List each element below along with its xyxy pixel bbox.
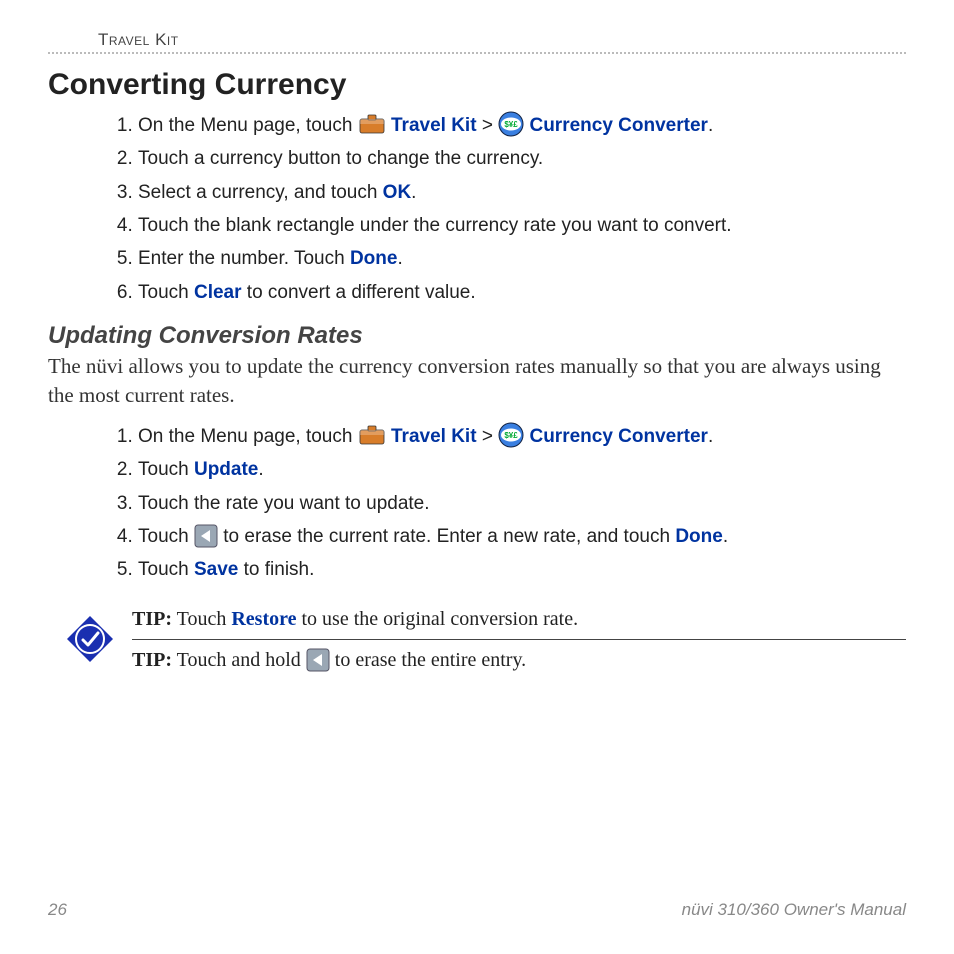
text: .	[708, 115, 713, 136]
tip-line: TIP: Touch and hold to erase the entire …	[132, 639, 906, 680]
step: On the Menu page, touch Travel Kit > $¥£…	[138, 421, 906, 452]
briefcase-icon	[358, 113, 386, 135]
tip-icon-holder	[48, 600, 132, 664]
body-paragraph: The nüvi allows you to update the curren…	[48, 352, 906, 411]
text: Touch a currency button to change the cu…	[138, 148, 543, 169]
tip-line: TIP: Touch Restore to use the original c…	[132, 600, 906, 639]
save-label: Save	[194, 559, 238, 580]
done-label: Done	[675, 526, 723, 547]
update-label: Update	[194, 459, 258, 480]
currency-icon: $¥£	[498, 422, 524, 448]
text: Touch	[172, 608, 231, 630]
steps-list-1: On the Menu page, touch Travel Kit > $¥£…	[48, 110, 906, 308]
briefcase-icon	[358, 424, 386, 446]
checkmark-tip-icon	[65, 614, 115, 664]
page-number: 26	[48, 900, 67, 920]
text: .	[411, 182, 416, 203]
manual-title: nüvi 310/360 Owner's Manual	[682, 900, 906, 920]
clear-label: Clear	[194, 282, 242, 303]
travel-kit-link: Travel Kit	[391, 115, 477, 136]
svg-text:$¥£: $¥£	[505, 431, 519, 440]
text: Touch the blank rectangle under the curr…	[138, 215, 732, 236]
ok-label: OK	[383, 182, 412, 203]
text: to finish.	[238, 559, 314, 580]
text: to convert a different value.	[242, 282, 476, 303]
currency-converter-link: Currency Converter	[529, 115, 707, 136]
tip-label: TIP:	[132, 608, 172, 630]
text: to erase the entire entry.	[335, 649, 526, 671]
document-page: Travel Kit Converting Currency On the Me…	[0, 0, 954, 954]
running-header: Travel Kit	[48, 30, 906, 54]
currency-converter-link: Currency Converter	[529, 426, 707, 447]
tip-label: TIP:	[132, 649, 172, 671]
travel-kit-link: Travel Kit	[391, 426, 477, 447]
step: Touch to erase the current rate. Enter a…	[138, 521, 906, 552]
page-footer: 26 nüvi 310/360 Owner's Manual	[48, 900, 906, 920]
done-label: Done	[350, 248, 398, 269]
text: Enter the number. Touch	[138, 248, 350, 269]
text: Touch	[138, 526, 194, 547]
step: Enter the number. Touch Done.	[138, 243, 906, 274]
text: .	[397, 248, 402, 269]
tip-lines: TIP: Touch Restore to use the original c…	[132, 600, 906, 680]
separator: >	[482, 115, 498, 136]
steps-list-2: On the Menu page, touch Travel Kit > $¥£…	[48, 421, 906, 586]
separator: >	[482, 426, 498, 447]
text: Touch	[138, 282, 194, 303]
text: Select a currency, and touch	[138, 182, 383, 203]
step: Touch Update.	[138, 454, 906, 485]
currency-icon: $¥£	[498, 111, 524, 137]
step: On the Menu page, touch Travel Kit > $¥£…	[138, 110, 906, 141]
step: Touch the rate you want to update.	[138, 488, 906, 519]
text: to use the original conversion rate.	[297, 608, 579, 630]
step: Select a currency, and touch OK.	[138, 177, 906, 208]
back-arrow-icon	[194, 524, 218, 548]
text: .	[708, 426, 713, 447]
tips-block: TIP: Touch Restore to use the original c…	[48, 600, 906, 680]
subheading: Updating Conversion Rates	[48, 322, 906, 350]
text: to erase the current rate. Enter a new r…	[223, 526, 675, 547]
text: On the Menu page, touch	[138, 115, 358, 136]
text: Touch the rate you want to update.	[138, 493, 430, 514]
text: .	[258, 459, 263, 480]
back-arrow-icon	[306, 648, 330, 672]
restore-label: Restore	[231, 608, 296, 630]
svg-text:$¥£: $¥£	[505, 120, 519, 129]
step: Touch Clear to convert a different value…	[138, 277, 906, 308]
page-title: Converting Currency	[48, 68, 906, 102]
text: Touch	[138, 559, 194, 580]
step: Touch Save to finish.	[138, 554, 906, 585]
text: Touch and hold	[172, 649, 306, 671]
step: Touch the blank rectangle under the curr…	[138, 210, 906, 241]
step: Touch a currency button to change the cu…	[138, 143, 906, 174]
text: On the Menu page, touch	[138, 426, 358, 447]
text: .	[723, 526, 728, 547]
text: Touch	[138, 459, 194, 480]
